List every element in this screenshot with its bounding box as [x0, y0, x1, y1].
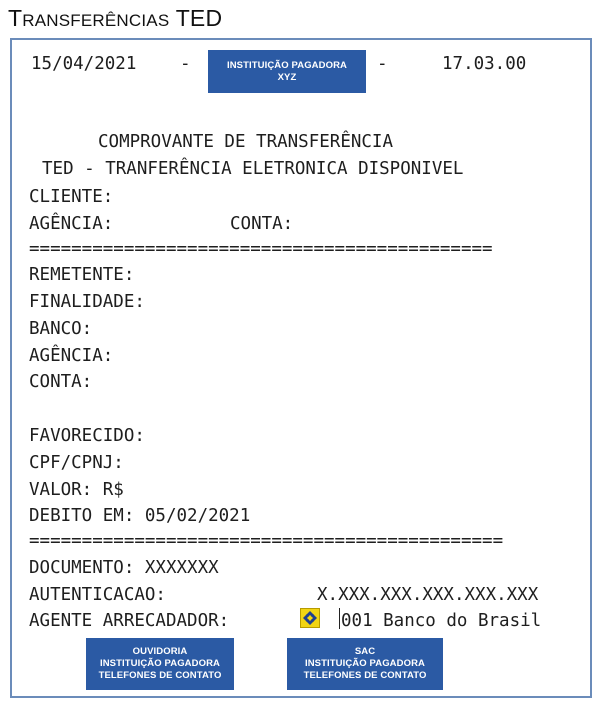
- page-title-suffix: TED: [175, 5, 223, 31]
- receipt-time: 17.03.00: [442, 54, 527, 74]
- page-title-rest: RANSFERÊNCIAS: [22, 11, 170, 30]
- transfer-receipt: 15/04/2021 - INSTITUIÇÃO PAGADORA XYZ - …: [10, 38, 592, 698]
- payer-badge-line2: XYZ: [277, 71, 297, 83]
- conta-label: CONTA:: [230, 214, 294, 234]
- receipt-title: COMPROVANTE DE TRANSFERÊNCIA: [98, 132, 394, 152]
- separator-2: ========================================…: [29, 531, 504, 551]
- payer-institution-badge: INSTITUIÇÃO PAGADORA XYZ: [208, 50, 366, 93]
- sender-conta-label: CONTA:: [29, 372, 93, 392]
- sac-contact-button[interactable]: SAC INSTITUIÇÃO PAGADORA TELEFONES DE CO…: [287, 638, 443, 690]
- header-dash-left: -: [180, 54, 191, 74]
- documento-label: DOCUMENTO: XXXXXXX: [29, 558, 219, 578]
- valor-label: VALOR: R$: [29, 480, 124, 500]
- remetente-label: REMETENTE:: [29, 265, 135, 285]
- page-title-initial: T: [8, 5, 23, 31]
- ouvidoria-line1: OUVIDORIA: [132, 646, 188, 657]
- text-cursor: [339, 608, 340, 629]
- ouvidoria-line3: TELEFONES DE CONTATO: [98, 670, 222, 681]
- banco-label: BANCO:: [29, 319, 93, 339]
- ouvidoria-line2: INSTITUIÇÃO PAGADORA: [99, 658, 221, 669]
- agencia-label: AGÊNCIA:: [29, 214, 114, 234]
- autenticacao-label: AUTENTICACAO:: [29, 585, 166, 605]
- sender-agencia-label: AGÊNCIA:: [29, 346, 114, 366]
- ouvidoria-contact-button[interactable]: OUVIDORIA INSTITUIÇÃO PAGADORA TELEFONES…: [86, 638, 234, 690]
- receipt-subtitle: TED - TRANFERÊNCIA ELETRONICA DISPONIVEL: [42, 159, 464, 179]
- separator-1: ========================================…: [29, 239, 493, 259]
- autenticacao-value: X.XXX.XXX.XXX.XXX.XXX: [317, 585, 539, 605]
- sac-line1: SAC: [354, 646, 376, 657]
- cpf-cnpj-label: CPF/CPNJ:: [29, 453, 124, 473]
- sac-line3: TELEFONES DE CONTATO: [303, 670, 427, 681]
- banco-do-brasil-logo-icon: [300, 608, 320, 628]
- receipt-date: 15/04/2021: [31, 54, 137, 74]
- sac-line2: INSTITUIÇÃO PAGADORA: [304, 658, 426, 669]
- finalidade-label: FINALIDADE:: [29, 292, 145, 312]
- page-title: TRANSFERÊNCIAS TED: [8, 5, 222, 32]
- agente-arrecadador-value: 001 Banco do Brasil: [341, 611, 542, 631]
- payer-badge-line1: INSTITUIÇÃO PAGADORA: [226, 59, 348, 71]
- agente-arrecadador-label: AGENTE ARRECADADOR:: [29, 611, 230, 631]
- cliente-label: CLIENTE:: [29, 187, 114, 207]
- debito-em: DEBITO EM: 05/02/2021: [29, 506, 251, 526]
- header-dash-right: -: [377, 54, 388, 74]
- favorecido-label: FAVORECIDO:: [29, 426, 145, 446]
